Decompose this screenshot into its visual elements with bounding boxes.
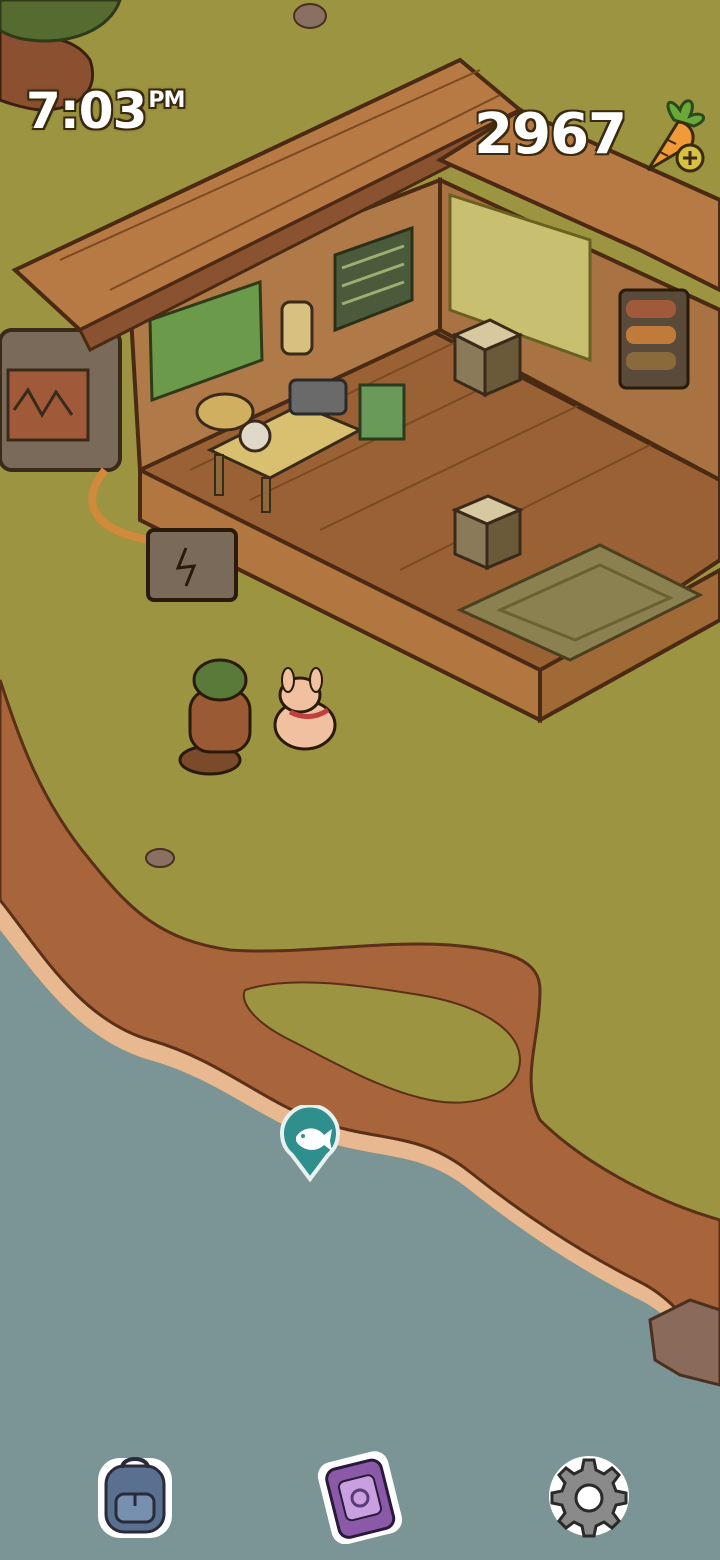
clock-ampm: PM — [148, 88, 185, 113]
carrot-icon — [646, 99, 705, 173]
gear-icon — [549, 1456, 629, 1538]
fishing-spot-marker[interactable] — [278, 1103, 342, 1183]
radio — [288, 378, 348, 416]
settings-button[interactable] — [544, 1448, 634, 1544]
crate — [451, 494, 524, 571]
clock-time: 7:03 — [26, 82, 147, 140]
carrot-counter: 2967 — [474, 102, 627, 167]
crate — [451, 318, 524, 398]
phone-icon — [317, 1451, 403, 1545]
mug — [238, 419, 272, 453]
fish-marker-icon — [280, 1103, 340, 1183]
plus-icon — [675, 143, 705, 173]
small-rock — [145, 848, 175, 868]
add-carrots-button[interactable] — [632, 92, 712, 182]
small-rock — [293, 3, 327, 29]
backpack-icon — [98, 1457, 172, 1538]
lantern — [280, 300, 314, 356]
game-world — [0, 0, 720, 1560]
clock-display: 7:03PM — [26, 82, 185, 140]
backpack-button[interactable] — [90, 1448, 180, 1544]
phone-button[interactable] — [314, 1448, 404, 1545]
crate-stack — [358, 383, 406, 441]
